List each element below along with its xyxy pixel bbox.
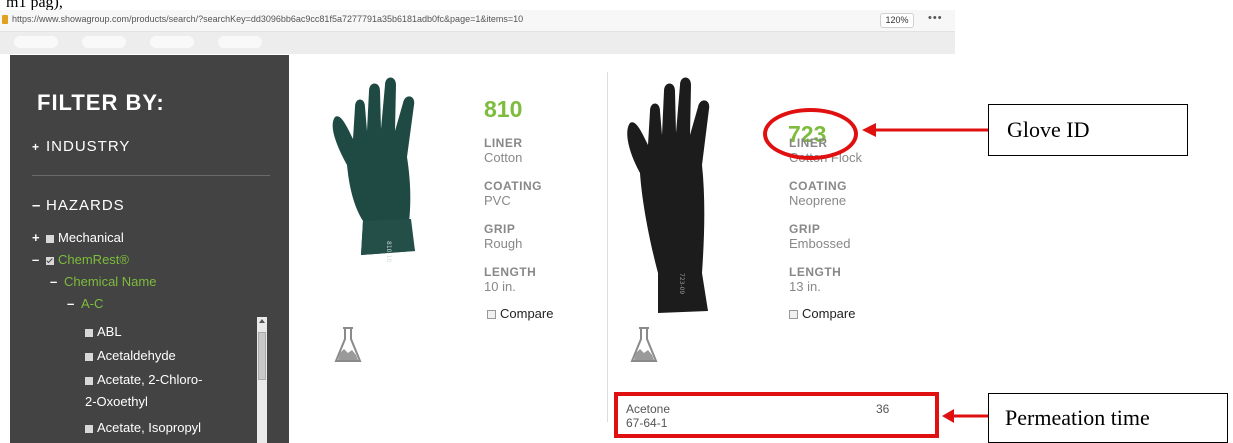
collapse-icon: –: [32, 197, 42, 214]
attr-grip-value: Embossed: [789, 236, 851, 251]
filter-item-acetate-chloro-cont: 2-Oxoethyl: [85, 394, 148, 409]
filter-industry[interactable]: + INDUSTRY: [32, 138, 130, 155]
glove-id-highlight-ellipse: [763, 108, 858, 160]
filter-item-label: Acetaldehyde: [97, 348, 176, 363]
filter-item-label: Acetate, Isopropyl: [97, 420, 202, 435]
arrow-icon: [942, 409, 988, 423]
site-nav-strip: [0, 32, 955, 54]
filter-item-mechanical[interactable]: + Mechanical: [32, 230, 124, 245]
zoom-level-badge[interactable]: 120%: [880, 13, 914, 28]
attr-length-value: 13 in.: [789, 279, 821, 294]
filter-item-abl[interactable]: ABL: [85, 324, 122, 339]
checkbox-icon[interactable]: [789, 310, 798, 320]
filter-item-label: Acetate, 2-Chloro-: [97, 372, 203, 387]
lock-icon: [2, 15, 8, 24]
filter-item-acetaldehyde[interactable]: Acetaldehyde: [85, 348, 176, 363]
filter-item-acetate-chloro[interactable]: Acetate, 2-Chloro-: [85, 372, 203, 387]
glove-cuff-print: 810-10: [385, 241, 392, 262]
filter-item-a-c[interactable]: – A-C: [67, 296, 103, 311]
card-divider: [607, 72, 608, 422]
sidebar-scrollbar[interactable]: [257, 317, 267, 443]
attr-grip-label: GRIP: [484, 222, 516, 236]
sidebar-divider: [32, 175, 270, 176]
attr-coating-value: PVC: [484, 193, 511, 208]
attr-coating-value: Neoprene: [789, 193, 847, 208]
attr-liner-label: LINER: [484, 136, 523, 150]
checkbox-icon[interactable]: [487, 310, 496, 320]
filter-item-label: ABL: [97, 324, 122, 339]
glove-id-callout: Glove ID: [988, 104, 1188, 156]
url-input[interactable]: https://www.showagroup.com/products/sear…: [12, 14, 523, 24]
checkbox-checked-icon[interactable]: [46, 256, 54, 265]
attr-grip-label: GRIP: [789, 222, 821, 236]
attr-liner-value: Cotton: [484, 150, 523, 165]
permeation-cas-number: 67-64-1: [626, 416, 668, 430]
attr-coating-label: COATING: [484, 179, 542, 193]
filter-item-label: Chemical Name: [64, 274, 157, 289]
filter-hazards[interactable]: – HAZARDS: [32, 197, 125, 214]
nav-pill[interactable]: [150, 36, 194, 48]
filter-title: FILTER BY:: [37, 90, 165, 115]
filter-hazards-label: HAZARDS: [46, 197, 125, 214]
filter-item-label: ChemRest®: [58, 252, 129, 267]
glove-810-shape: [332, 77, 415, 255]
expand-icon: +: [32, 230, 40, 245]
collapse-icon: –: [50, 274, 58, 289]
compare-checkbox-723[interactable]: Compare: [789, 306, 855, 321]
more-options-icon[interactable]: •••: [928, 12, 943, 24]
permeation-chemical: Acetone: [626, 402, 671, 416]
glove-image-723[interactable]: 723-09: [620, 73, 730, 323]
glove-cuff-print: 723-09: [678, 273, 685, 294]
filter-item-label: Mechanical: [58, 230, 124, 245]
expand-icon: +: [32, 140, 41, 154]
collapse-icon: –: [67, 296, 75, 311]
checkbox-icon[interactable]: [85, 424, 93, 433]
attr-length-label: LENGTH: [484, 265, 537, 279]
scroll-up-arrow-icon[interactable]: [259, 319, 265, 323]
filter-item-chemical-name[interactable]: – Chemical Name: [50, 274, 156, 289]
checkbox-icon[interactable]: [85, 352, 93, 361]
nav-pill[interactable]: [14, 36, 58, 48]
compare-checkbox-810[interactable]: Compare: [487, 306, 553, 321]
checkbox-icon[interactable]: [85, 376, 93, 385]
flask-icon[interactable]: [333, 325, 363, 365]
glove-image-810[interactable]: 810-10: [325, 73, 435, 263]
nav-pill[interactable]: [218, 36, 262, 48]
browser-address-bar: https://www.showagroup.com/products/sear…: [0, 10, 955, 32]
collapse-icon: –: [32, 252, 40, 267]
attr-coating-label: COATING: [789, 179, 847, 193]
arrow-icon: [862, 123, 988, 137]
permeation-time-value: 36: [876, 402, 890, 416]
compare-label: Compare: [802, 306, 856, 321]
product-id-810[interactable]: 810: [484, 96, 522, 123]
filter-item-acetate-isopropyl[interactable]: Acetate, Isopropyl: [85, 420, 201, 435]
filter-item-label: A-C: [81, 296, 104, 311]
compare-label: Compare: [500, 306, 554, 321]
filter-industry-label: INDUSTRY: [46, 138, 131, 155]
checkbox-icon[interactable]: [85, 328, 93, 337]
permeation-row: Acetone 67-64-1 36: [614, 392, 939, 438]
scroll-thumb[interactable]: [258, 332, 266, 380]
filter-item-chemrest[interactable]: – ChemRest®: [32, 252, 129, 267]
attr-length-label: LENGTH: [789, 265, 842, 279]
filter-sidebar: FILTER BY: + INDUSTRY – HAZARDS + Mechanica…: [10, 55, 289, 443]
attr-length-value: 10 in.: [484, 279, 516, 294]
checkbox-icon[interactable]: [46, 234, 54, 243]
glove-723-shape: [627, 77, 710, 313]
attr-grip-value: Rough: [484, 236, 523, 251]
flask-icon[interactable]: [629, 325, 659, 365]
nav-pill[interactable]: [82, 36, 126, 48]
permeation-time-callout: Permeation time: [988, 393, 1228, 443]
